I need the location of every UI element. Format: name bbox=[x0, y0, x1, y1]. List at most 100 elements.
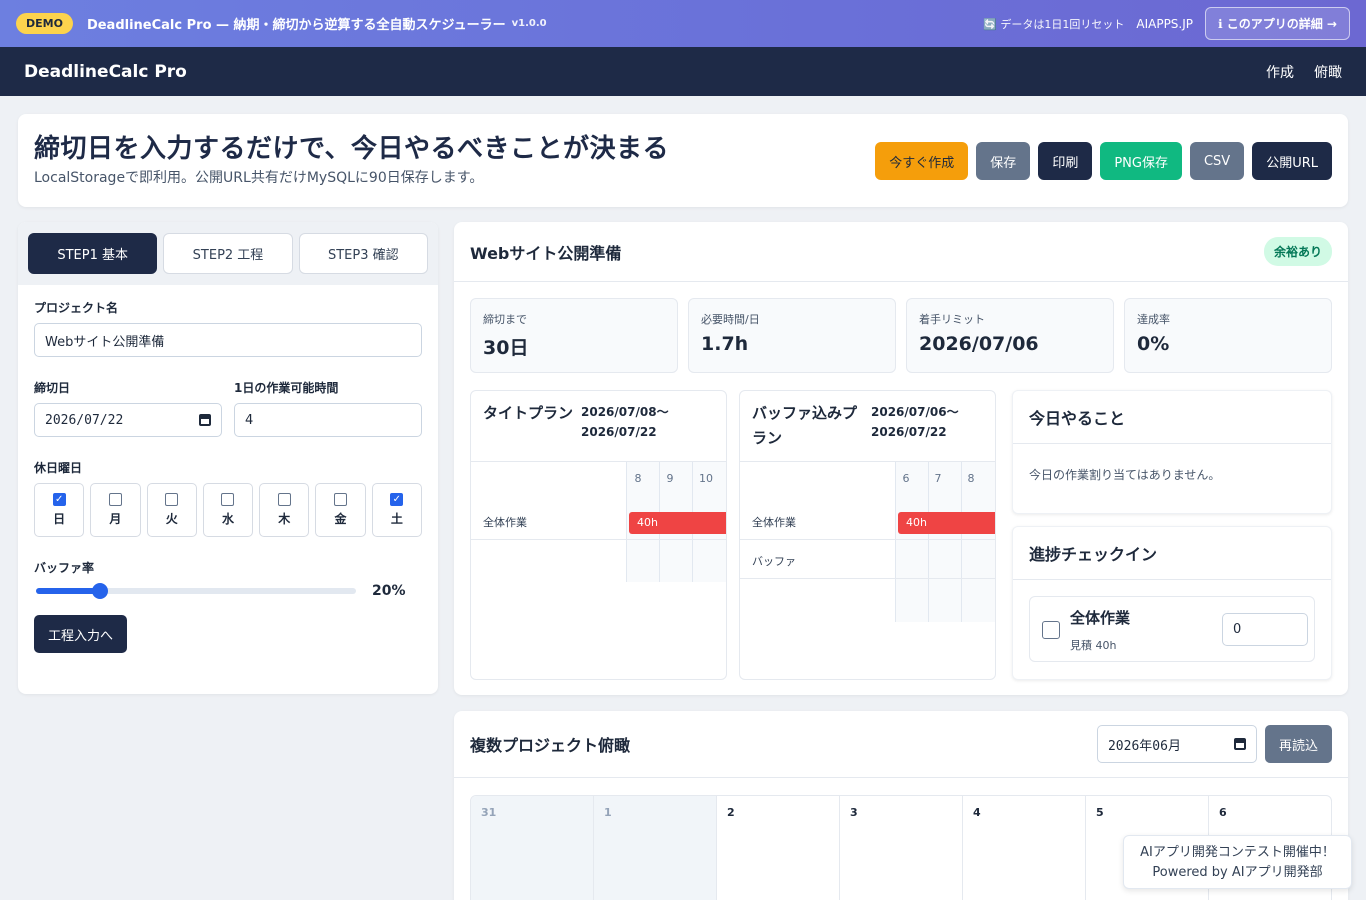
weekday-checkbox[interactable] bbox=[165, 493, 179, 506]
checkin-title: 進捗チェックイン bbox=[1013, 527, 1331, 580]
gantt-day: 8 bbox=[967, 472, 975, 485]
project-panel: Webサイト公開準備 余裕あり 締切まで 30日 必要時間/日 1.7h 着手リミッ… bbox=[454, 222, 1348, 695]
print-button[interactable]: 印刷 bbox=[1038, 142, 1093, 180]
buffer-value: 20% bbox=[372, 583, 406, 599]
app-header: DeadlineCalc Pro 作成 俯瞰 bbox=[0, 47, 1366, 96]
gantt-range: 2026/07/08〜 2026/07/22 bbox=[581, 403, 669, 443]
month-input[interactable]: 2026年06月 bbox=[1096, 725, 1257, 763]
calendar-cell[interactable]: 1 bbox=[594, 796, 717, 900]
overview-title: 複数プロジェクト俯瞰 bbox=[470, 736, 631, 755]
buffer-slider-thumb[interactable] bbox=[92, 583, 108, 599]
nav-create[interactable]: 作成 bbox=[1266, 62, 1294, 82]
weekday-checkbox[interactable] bbox=[221, 493, 235, 506]
weekday-thu[interactable]: 木 bbox=[259, 483, 310, 537]
project-name-input[interactable]: Webサイト公開準備 bbox=[34, 323, 422, 357]
calendar-icon[interactable] bbox=[199, 414, 211, 426]
png-save-button[interactable]: PNG保存 bbox=[1100, 142, 1182, 180]
calendar-icon[interactable] bbox=[1233, 738, 1246, 750]
gantt-range: 2026/07/06〜 2026/07/22 bbox=[871, 403, 959, 443]
weekday-label: 日 bbox=[53, 512, 66, 526]
gantt-day: 8 bbox=[634, 472, 642, 485]
weekday-sat[interactable]: ✓ 土 bbox=[371, 483, 422, 537]
to-process-button[interactable]: 工程入力へ bbox=[34, 615, 128, 653]
project-title: Webサイト公開準備 bbox=[470, 243, 622, 263]
checkin-item-estimate: 見積 40h bbox=[1070, 639, 1117, 652]
public-url-button[interactable]: 公開URL bbox=[1252, 142, 1332, 180]
contest-line1: AIアプリ開発コンテスト開催中！ bbox=[1140, 845, 1335, 860]
weekday-mon[interactable]: 月 bbox=[90, 483, 141, 537]
tab-step1[interactable]: STEP1 基本 bbox=[28, 233, 158, 274]
gantt-day: 7 bbox=[934, 472, 942, 485]
weekday-checkbox[interactable] bbox=[108, 493, 122, 506]
weekday-checkbox[interactable]: ✓ bbox=[52, 493, 66, 506]
weekday-checkbox[interactable]: ✓ bbox=[390, 493, 404, 506]
gantt-row-label: 全体作業 bbox=[483, 516, 527, 529]
gantt-header: タイトプラン 2026/07/08〜 2026/07/22 bbox=[471, 391, 726, 462]
checkin-item-name: 全体作業 bbox=[1070, 609, 1131, 627]
contest-line2: Powered by AIアプリ開発部 bbox=[1152, 865, 1323, 881]
checkin-hours-input[interactable]: 0 bbox=[1222, 613, 1308, 646]
gantt-bar[interactable]: 40h bbox=[898, 512, 995, 534]
weekday-tue[interactable]: 火 bbox=[146, 483, 197, 537]
app-brand[interactable]: DeadlineCalc Pro bbox=[24, 62, 187, 82]
stat-value: 0% bbox=[1137, 333, 1170, 355]
buffer-slider[interactable] bbox=[36, 583, 356, 599]
nav-overview[interactable]: 俯瞰 bbox=[1314, 62, 1342, 82]
weekday-label: 土 bbox=[390, 512, 403, 526]
gantt-day: 10 bbox=[699, 472, 713, 485]
weekday-checkbox[interactable] bbox=[277, 493, 291, 506]
today-card: 今日やること 今日の作業割り当てはありません。 bbox=[1012, 390, 1332, 514]
stat-days-left: 締切まで 30日 bbox=[470, 298, 678, 373]
deadline-value: 2026/07/22 bbox=[45, 412, 124, 428]
weekday-label: 月 bbox=[109, 512, 122, 526]
hero: 締切日を入力するだけで、今日やるべきことが決まる LocalStorageで即利… bbox=[18, 114, 1348, 207]
project-header: Webサイト公開準備 余裕あり bbox=[454, 222, 1348, 282]
weekday-label: 木 bbox=[278, 512, 291, 526]
gantt-bar[interactable]: 40h bbox=[629, 512, 726, 534]
app-detail-button[interactable]: ℹ このアプリの詳細 → bbox=[1205, 7, 1350, 40]
checkin-item: 全体作業 見積 40h 0 bbox=[1029, 596, 1315, 662]
demo-version: v1.0.0 bbox=[511, 18, 547, 29]
site-link[interactable]: AIAPPS.JP bbox=[1136, 17, 1193, 31]
holiday-weekdays: ✓ 日 月 火 水 木 金 ✓ 土 bbox=[34, 483, 422, 537]
hero-actions: 今すぐ作成 保存 印刷 PNG保存 CSV 公開URL bbox=[875, 142, 1332, 180]
gantt-title: タイトプラン bbox=[483, 404, 574, 422]
contest-banner[interactable]: AIアプリ開発コンテスト開催中！ Powered by AIアプリ開発部 bbox=[1123, 835, 1352, 889]
hours-input[interactable]: 4 bbox=[234, 403, 422, 437]
weekday-wed[interactable]: 水 bbox=[202, 483, 254, 537]
gantt-row-label: 全体作業 bbox=[752, 516, 796, 529]
checkin-checkbox[interactable] bbox=[1042, 621, 1060, 639]
create-now-button[interactable]: 今すぐ作成 bbox=[875, 142, 969, 180]
checkin-card: 進捗チェックイン 全体作業 見積 40h 0 bbox=[1012, 526, 1332, 680]
gantt-range-end: 2026/07/22 bbox=[871, 424, 947, 439]
overview-header: 複数プロジェクト俯瞰 2026年06月 再読込 bbox=[454, 711, 1348, 778]
buffer-slider-fill bbox=[36, 588, 100, 594]
input-panel: STEP1 基本 STEP2 工程 STEP3 確認 プロジェクト名 Webサイ… bbox=[18, 222, 438, 694]
month-value: 2026年06月 bbox=[1107, 738, 1181, 754]
deadline-hours-row: 締切日 2026/07/22 1日の作業可能時間 4 bbox=[34, 379, 422, 437]
gantt-title: バッファ込みプラン bbox=[752, 404, 858, 447]
basic-form: プロジェクト名 Webサイト公開準備 締切日 2026/07/22 1日の作業可… bbox=[18, 285, 438, 667]
stat-value: 1.7h bbox=[701, 333, 749, 355]
deadline-input[interactable]: 2026/07/22 bbox=[34, 403, 222, 437]
weekday-label: 水 bbox=[221, 512, 234, 526]
calendar-cell[interactable]: 2 bbox=[717, 796, 840, 900]
gantt-row: バッファ bbox=[740, 540, 995, 579]
stat-start-limit: 着手リミット 2026/07/06 bbox=[906, 298, 1114, 373]
stat-achievement: 達成率 0% bbox=[1124, 298, 1332, 373]
tab-step2[interactable]: STEP2 工程 bbox=[163, 233, 293, 274]
weekday-fri[interactable]: 金 bbox=[315, 483, 366, 537]
csv-button[interactable]: CSV bbox=[1189, 142, 1245, 180]
calendar-cell[interactable]: 3 bbox=[840, 796, 963, 900]
reset-notice: 🔄 データは1日1回リセット bbox=[983, 17, 1125, 31]
reload-button[interactable]: 再読込 bbox=[1264, 725, 1332, 763]
weekday-checkbox[interactable] bbox=[334, 493, 348, 506]
weekday-sun[interactable]: ✓ 日 bbox=[34, 483, 85, 537]
tab-step3[interactable]: STEP3 確認 bbox=[298, 233, 428, 274]
save-button[interactable]: 保存 bbox=[976, 142, 1031, 180]
calendar-cell[interactable]: 31 bbox=[471, 796, 594, 900]
buffer-label: バッファ率 bbox=[34, 561, 95, 575]
calendar-cell[interactable]: 4 bbox=[963, 796, 1086, 900]
tight-plan-gantt: タイトプラン 2026/07/08〜 2026/07/22 8 9 10 全体作… bbox=[470, 390, 727, 680]
gantt-range-start: 2026/07/06〜 bbox=[871, 405, 959, 419]
